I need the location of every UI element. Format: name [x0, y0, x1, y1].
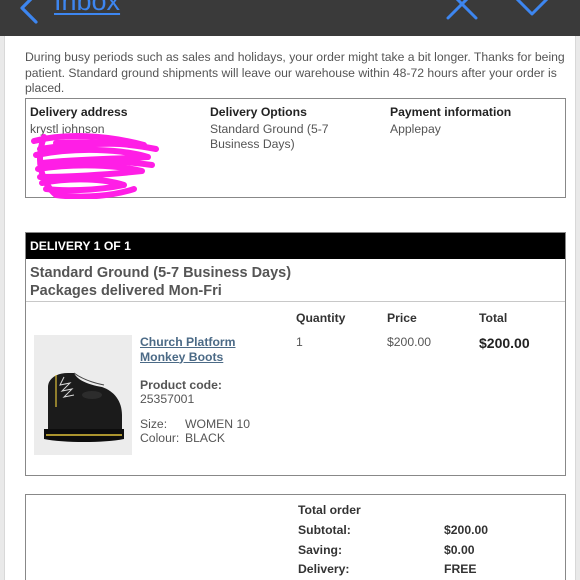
delivery-options-value: Standard Ground (5-7 Business Days): [210, 122, 329, 151]
top-navigation-bar: Inbox: [0, 0, 580, 36]
colour-label: Colour:: [140, 431, 180, 445]
product-code-value: 25357001: [140, 392, 195, 406]
close-icon[interactable]: [444, 0, 480, 22]
order-info-box: Delivery address krystl johnson Delivery…: [25, 98, 566, 199]
shipping-notice: During busy periods such as sales and ho…: [25, 50, 565, 95]
total-column-header: Total: [479, 311, 508, 325]
delivery-cost-label: Delivery:: [298, 562, 350, 576]
product-code-label: Product code:: [140, 378, 222, 392]
product-name-link[interactable]: Church Platform Monkey Boots: [140, 335, 282, 364]
total-order-heading: Total order: [298, 503, 361, 517]
saving-value: $0.00: [444, 543, 475, 557]
item-price: $200.00: [387, 335, 432, 349]
saving-label: Saving:: [298, 543, 343, 557]
delivery-cost-value: FREE: [444, 562, 477, 576]
payment-value: Applepay: [390, 122, 441, 136]
item-total: $200.00: [479, 335, 530, 351]
divider: [26, 301, 565, 302]
delivery-address-heading: Delivery address: [30, 105, 128, 119]
colour-row: Colour: BLACK: [140, 431, 225, 445]
item-quantity: 1: [296, 335, 303, 349]
size-row: Size: WOMEN 10: [140, 417, 250, 431]
order-summary-box: Total order Subtotal: $200.00 Saving: $0…: [25, 494, 566, 580]
delivery-box: DELIVERY 1 OF 1 Standard Ground (5-7 Bus…: [25, 232, 566, 476]
delivery-options-heading: Delivery Options: [210, 105, 307, 119]
size-value: WOMEN 10: [185, 417, 251, 431]
shipping-method-note: Packages delivered Mon-Fri: [30, 282, 222, 299]
redaction-scribble: [31, 133, 159, 199]
shipping-method: Standard Ground (5-7 Business Days) Pack…: [30, 265, 291, 300]
payment-heading: Payment information: [390, 105, 512, 119]
back-to-inbox-link[interactable]: Inbox: [54, 0, 120, 17]
delivery-count-header: DELIVERY 1 OF 1: [26, 233, 565, 259]
email-body: During busy periods such as sales and ho…: [4, 36, 576, 580]
chevron-down-icon[interactable]: [512, 0, 552, 22]
colour-value: BLACK: [185, 431, 225, 445]
subtotal-label: Subtotal:: [298, 523, 351, 537]
back-chevron-icon[interactable]: [14, 0, 48, 26]
price-column-header: Price: [387, 311, 417, 325]
quantity-column-header: Quantity: [296, 311, 346, 325]
subtotal-value: $200.00: [444, 523, 489, 537]
payment-column: Payment information Applepay: [390, 105, 560, 137]
product-image[interactable]: [34, 335, 132, 455]
size-label: Size:: [140, 417, 168, 431]
shipping-method-title: Standard Ground (5-7 Business Days): [30, 265, 292, 281]
delivery-options-column: Delivery Options Standard Ground (5-7 Bu…: [210, 105, 380, 152]
